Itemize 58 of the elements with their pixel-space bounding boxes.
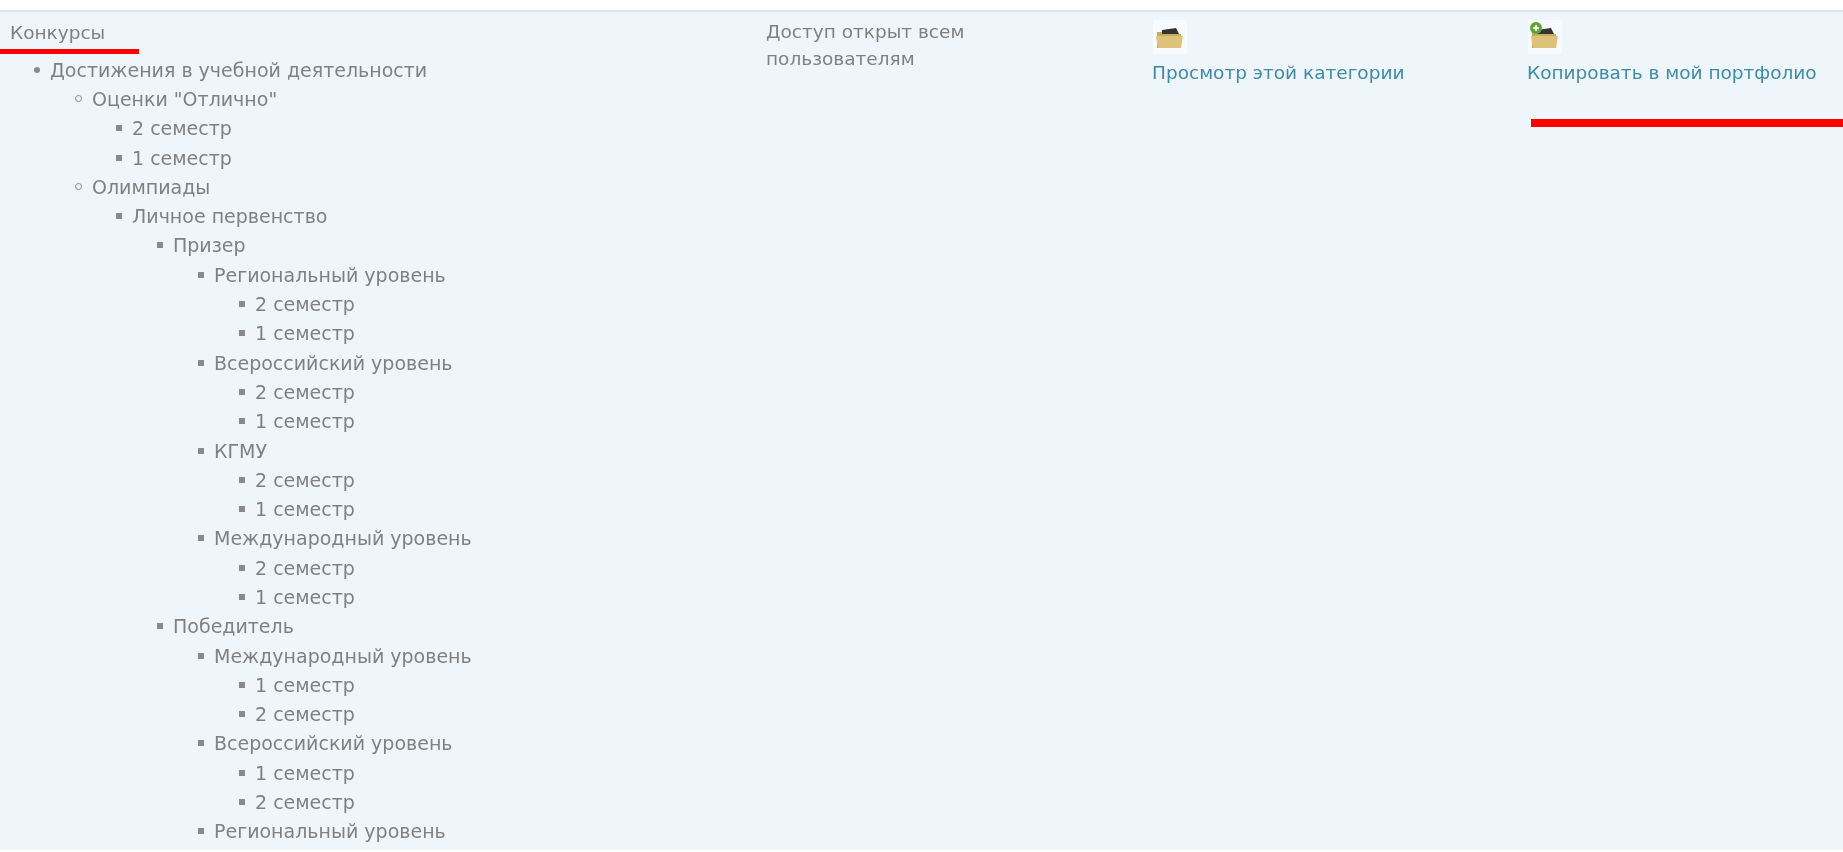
bullet-icon	[116, 213, 122, 220]
tree-item: Личное первенство	[132, 205, 328, 228]
tree-item: Достижения в учебной деятельности	[50, 58, 428, 81]
bullet-icon	[198, 652, 204, 659]
tree-item: Призер	[173, 234, 246, 257]
folder-icon	[1153, 20, 1187, 54]
tree-item: Международный уровень	[214, 644, 472, 667]
tree-item: Всероссийский уровень	[214, 351, 453, 374]
tree-item: Всероссийский уровень	[214, 732, 453, 755]
bullet-icon	[239, 476, 245, 483]
tree-item: 2 семестр	[255, 703, 355, 726]
bullet-icon	[198, 535, 204, 542]
bullet-icon	[239, 769, 245, 776]
bullet-icon	[198, 271, 204, 278]
tree-item: 1 семестр	[132, 146, 232, 169]
bullet-icon	[157, 242, 163, 249]
bullet-icon	[239, 711, 245, 718]
tree-item: 1 семестр	[255, 498, 355, 521]
tree-item: 2 семестр	[255, 468, 355, 491]
bullet-icon	[239, 799, 245, 806]
folder-add-icon	[1528, 20, 1562, 54]
tree-item: 2 семестр	[255, 791, 355, 814]
bullet-icon	[239, 594, 245, 600]
view-link[interactable]: Просмотр этой категории	[1152, 62, 1405, 83]
tree-item: 2 семестр	[255, 380, 355, 403]
bullet-icon	[198, 828, 204, 835]
tree-item: Победитель	[173, 615, 294, 638]
bullet-icon	[239, 301, 245, 307]
access-note: Доступ открыт всем пользователям	[766, 20, 966, 71]
bullet-icon	[157, 623, 163, 630]
tree-item: 1 семестр	[255, 673, 355, 696]
tree-item: КГМУ	[214, 439, 268, 462]
bullet-icon	[239, 330, 245, 337]
tree-item: 1 семестр	[255, 410, 355, 433]
tree-item: 2 семестр	[132, 117, 232, 140]
bullet-icon	[239, 681, 245, 688]
tree-item: Олимпиады	[92, 175, 211, 198]
tree-item: 1 семестр	[255, 586, 355, 608]
tree-item: Оценки "Отлично"	[92, 87, 278, 110]
bullet-icon	[198, 447, 204, 454]
bullet-icon	[116, 154, 122, 161]
tree-item: 1 семестр	[255, 322, 355, 345]
bullet-icon	[116, 125, 122, 132]
bullet-icon	[239, 388, 245, 395]
tree-item: Международный уровень	[214, 527, 472, 550]
tree-item: 2 семестр	[255, 293, 355, 315]
category-title: Конкурсы	[10, 21, 106, 45]
bullet-icon	[239, 506, 245, 513]
tree-item: Региональный уровень	[214, 263, 446, 286]
bullet-icon	[198, 740, 204, 747]
bullet-icon	[34, 66, 40, 73]
tree-item: Региональный уровень	[214, 820, 446, 843]
tree-item: 1 семестр	[255, 761, 355, 784]
bullet-icon	[239, 564, 245, 571]
bullet-icon	[239, 418, 245, 425]
bullet-icon	[198, 359, 204, 366]
copy-link[interactable]: Копировать в мой портфолио	[1527, 62, 1817, 83]
tree-item: 2 семестр	[255, 556, 355, 579]
